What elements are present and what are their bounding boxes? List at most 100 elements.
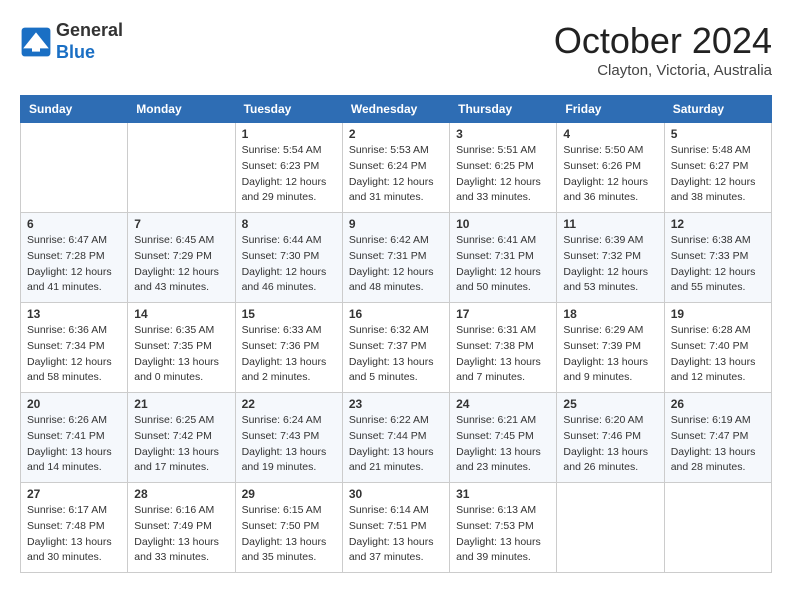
day-number: 17 bbox=[456, 307, 550, 321]
day-number: 16 bbox=[349, 307, 443, 321]
calendar-cell: 7 Sunrise: 6:45 AMSunset: 7:29 PMDaylight… bbox=[128, 213, 235, 303]
calendar-cell: 27Sunrise: 6:17 AMSunset: 7:48 PMDayligh… bbox=[21, 483, 128, 573]
day-number: 10 bbox=[456, 217, 550, 231]
day-number: 29 bbox=[242, 487, 336, 501]
day-info: Sunrise: 6:41 AMSunset: 7:31 PMDaylight:… bbox=[456, 233, 550, 296]
calendar-cell: 16Sunrise: 6:32 AMSunset: 7:37 PMDayligh… bbox=[342, 303, 449, 393]
day-info: Sunrise: 6:14 AMSunset: 7:51 PMDaylight:… bbox=[349, 503, 443, 566]
day-number: 2 bbox=[349, 127, 443, 141]
day-number: 11 bbox=[563, 217, 657, 231]
day-info: Sunrise: 6:29 AMSunset: 7:39 PMDaylight:… bbox=[563, 323, 657, 386]
calendar-cell: 10 Sunrise: 6:41 AMSunset: 7:31 PMDayligh… bbox=[450, 213, 557, 303]
calendar-cell: 4 Sunrise: 5:50 AMSunset: 6:26 PMDaylight… bbox=[557, 123, 664, 213]
calendar-week-row: 6Sunrise: 6:47 AMSunset: 7:28 PMDaylight… bbox=[21, 213, 772, 303]
calendar-cell bbox=[128, 123, 235, 213]
day-info: Sunrise: 6:19 AMSunset: 7:47 PMDaylight:… bbox=[671, 413, 765, 476]
calendar-cell: 1 Sunrise: 5:54 AMSunset: 6:23 PMDaylight… bbox=[235, 123, 342, 213]
calendar-cell: 9 Sunrise: 6:42 AMSunset: 7:31 PMDaylight… bbox=[342, 213, 449, 303]
calendar-cell: 11 Sunrise: 6:39 AMSunset: 7:32 PMDayligh… bbox=[557, 213, 664, 303]
day-number: 4 bbox=[563, 127, 657, 141]
calendar-week-row: 27Sunrise: 6:17 AMSunset: 7:48 PMDayligh… bbox=[21, 483, 772, 573]
calendar-cell: 17 Sunrise: 6:31 AMSunset: 7:38 PMDayligh… bbox=[450, 303, 557, 393]
day-info: Sunrise: 6:16 AMSunset: 7:49 PMDaylight:… bbox=[134, 503, 228, 566]
day-number: 30 bbox=[349, 487, 443, 501]
day-info: Sunrise: 6:15 AMSunset: 7:50 PMDaylight:… bbox=[242, 503, 336, 566]
day-info: Sunrise: 5:54 AMSunset: 6:23 PMDaylight:… bbox=[242, 143, 336, 206]
day-of-week-header: Thursday bbox=[450, 96, 557, 123]
day-info: Sunrise: 6:39 AMSunset: 7:32 PMDaylight:… bbox=[563, 233, 657, 296]
day-info: Sunrise: 6:44 AMSunset: 7:30 PMDaylight:… bbox=[242, 233, 336, 296]
calendar-cell: 31 Sunrise: 6:13 AMSunset: 7:53 PMDayligh… bbox=[450, 483, 557, 573]
day-info: Sunrise: 6:31 AMSunset: 7:38 PMDaylight:… bbox=[456, 323, 550, 386]
calendar-cell: 15Sunrise: 6:33 AMSunset: 7:36 PMDayligh… bbox=[235, 303, 342, 393]
day-info: Sunrise: 6:20 AMSunset: 7:46 PMDaylight:… bbox=[563, 413, 657, 476]
logo-line2: Blue bbox=[56, 42, 123, 64]
day-number: 3 bbox=[456, 127, 550, 141]
day-number: 9 bbox=[349, 217, 443, 231]
day-number: 18 bbox=[563, 307, 657, 321]
calendar-cell: 24Sunrise: 6:21 AMSunset: 7:45 PMDayligh… bbox=[450, 393, 557, 483]
day-number: 7 bbox=[134, 217, 228, 231]
logo-icon bbox=[20, 26, 52, 58]
calendar-cell: 28 Sunrise: 6:16 AMSunset: 7:49 PMDayligh… bbox=[128, 483, 235, 573]
day-number: 24 bbox=[456, 397, 550, 411]
calendar-cell: 5Sunrise: 5:48 AMSunset: 6:27 PMDaylight… bbox=[664, 123, 771, 213]
day-number: 14 bbox=[134, 307, 228, 321]
calendar-cell: 19 Sunrise: 6:28 AMSunset: 7:40 PMDayligh… bbox=[664, 303, 771, 393]
day-number: 8 bbox=[242, 217, 336, 231]
logo: General Blue bbox=[20, 20, 123, 63]
calendar-cell: 8 Sunrise: 6:44 AMSunset: 7:30 PMDaylight… bbox=[235, 213, 342, 303]
day-number: 22 bbox=[242, 397, 336, 411]
day-number: 28 bbox=[134, 487, 228, 501]
day-info: Sunrise: 6:35 AMSunset: 7:35 PMDaylight:… bbox=[134, 323, 228, 386]
day-number: 6 bbox=[27, 217, 121, 231]
calendar-cell: 22 Sunrise: 6:24 AMSunset: 7:43 PMDayligh… bbox=[235, 393, 342, 483]
logo-line1: General bbox=[56, 20, 123, 42]
month-title: October 2024 bbox=[554, 20, 772, 62]
day-of-week-header: Tuesday bbox=[235, 96, 342, 123]
day-number: 21 bbox=[134, 397, 228, 411]
day-number: 25 bbox=[563, 397, 657, 411]
day-info: Sunrise: 6:38 AMSunset: 7:33 PMDaylight:… bbox=[671, 233, 765, 296]
day-number: 12 bbox=[671, 217, 765, 231]
day-info: Sunrise: 6:28 AMSunset: 7:40 PMDaylight:… bbox=[671, 323, 765, 386]
calendar-week-row: 1 Sunrise: 5:54 AMSunset: 6:23 PMDaylight… bbox=[21, 123, 772, 213]
day-number: 1 bbox=[242, 127, 336, 141]
calendar-cell: 3 Sunrise: 5:51 AMSunset: 6:25 PMDaylight… bbox=[450, 123, 557, 213]
calendar-cell: 12 Sunrise: 6:38 AMSunset: 7:33 PMDayligh… bbox=[664, 213, 771, 303]
day-info: Sunrise: 6:33 AMSunset: 7:36 PMDaylight:… bbox=[242, 323, 336, 386]
calendar-cell: 29 Sunrise: 6:15 AMSunset: 7:50 PMDayligh… bbox=[235, 483, 342, 573]
calendar-cell: 18 Sunrise: 6:29 AMSunset: 7:39 PMDayligh… bbox=[557, 303, 664, 393]
calendar-week-row: 13 Sunrise: 6:36 AMSunset: 7:34 PMDayligh… bbox=[21, 303, 772, 393]
title-block: October 2024 Clayton, Victoria, Australi… bbox=[554, 20, 772, 79]
day-info: Sunrise: 5:50 AMSunset: 6:26 PMDaylight:… bbox=[563, 143, 657, 206]
header-row: SundayMondayTuesdayWednesdayThursdayFrid… bbox=[21, 96, 772, 123]
calendar-table: SundayMondayTuesdayWednesdayThursdayFrid… bbox=[20, 95, 772, 573]
day-number: 19 bbox=[671, 307, 765, 321]
calendar-cell: 23 Sunrise: 6:22 AMSunset: 7:44 PMDayligh… bbox=[342, 393, 449, 483]
day-info: Sunrise: 6:36 AMSunset: 7:34 PMDaylight:… bbox=[27, 323, 121, 386]
day-number: 23 bbox=[349, 397, 443, 411]
logo-text: General Blue bbox=[56, 20, 123, 63]
day-info: Sunrise: 6:25 AMSunset: 7:42 PMDaylight:… bbox=[134, 413, 228, 476]
day-of-week-header: Friday bbox=[557, 96, 664, 123]
day-number: 13 bbox=[27, 307, 121, 321]
day-number: 31 bbox=[456, 487, 550, 501]
day-info: Sunrise: 6:13 AMSunset: 7:53 PMDaylight:… bbox=[456, 503, 550, 566]
day-info: Sunrise: 5:51 AMSunset: 6:25 PMDaylight:… bbox=[456, 143, 550, 206]
calendar-cell: 20Sunrise: 6:26 AMSunset: 7:41 PMDayligh… bbox=[21, 393, 128, 483]
calendar-cell: 2 Sunrise: 5:53 AMSunset: 6:24 PMDaylight… bbox=[342, 123, 449, 213]
day-of-week-header: Wednesday bbox=[342, 96, 449, 123]
day-info: Sunrise: 6:24 AMSunset: 7:43 PMDaylight:… bbox=[242, 413, 336, 476]
day-info: Sunrise: 5:53 AMSunset: 6:24 PMDaylight:… bbox=[349, 143, 443, 206]
day-of-week-header: Saturday bbox=[664, 96, 771, 123]
calendar-cell: 26Sunrise: 6:19 AMSunset: 7:47 PMDayligh… bbox=[664, 393, 771, 483]
calendar-cell: 13 Sunrise: 6:36 AMSunset: 7:34 PMDayligh… bbox=[21, 303, 128, 393]
day-info: Sunrise: 6:22 AMSunset: 7:44 PMDaylight:… bbox=[349, 413, 443, 476]
day-info: Sunrise: 6:45 AMSunset: 7:29 PMDaylight:… bbox=[134, 233, 228, 296]
calendar-week-row: 20Sunrise: 6:26 AMSunset: 7:41 PMDayligh… bbox=[21, 393, 772, 483]
calendar-cell: 21 Sunrise: 6:25 AMSunset: 7:42 PMDayligh… bbox=[128, 393, 235, 483]
calendar-cell: 25 Sunrise: 6:20 AMSunset: 7:46 PMDayligh… bbox=[557, 393, 664, 483]
day-info: Sunrise: 6:42 AMSunset: 7:31 PMDaylight:… bbox=[349, 233, 443, 296]
calendar-cell bbox=[21, 123, 128, 213]
